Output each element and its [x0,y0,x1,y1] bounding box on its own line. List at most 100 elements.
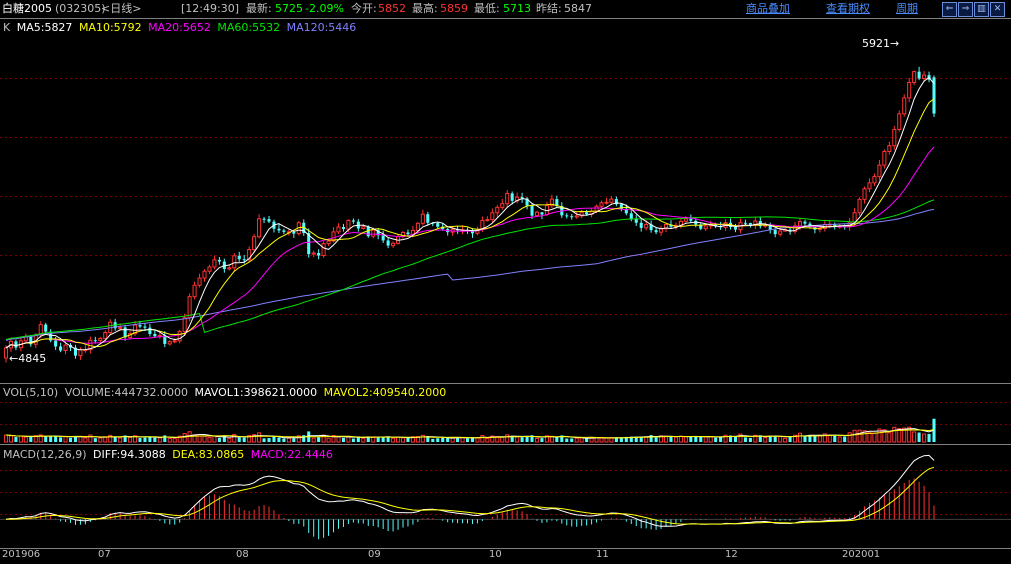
volume-bar [292,438,296,442]
candle-body [485,219,490,222]
volume-bar [29,436,33,442]
volume-bar [827,434,832,443]
volume-bar [694,436,698,442]
candle-body [317,252,321,256]
candle-body [867,182,872,190]
candle-body [207,266,212,272]
volume-bar [703,436,708,443]
volume-bar [8,435,14,443]
candle-body [917,71,921,79]
volume-bar [18,435,23,443]
candle-body [227,267,232,270]
candle-body [217,259,221,262]
candle-body [689,218,693,221]
volume-bar [778,435,783,443]
x-label-202001: 202001 [842,549,881,560]
x-label-11: 11 [596,549,609,560]
volume-bar [446,437,450,442]
candle-body [639,222,643,228]
candle-body [326,240,331,245]
volume-bar [927,433,931,442]
candle-body [172,340,177,343]
volume-bar [485,438,490,443]
volume-bar [272,436,276,442]
volume-bar [669,436,673,442]
candle-body [14,341,18,348]
candle-body [346,219,351,230]
candle-body [500,203,505,208]
volume-bar [153,437,157,442]
volume-bar [465,438,470,442]
candle-body [153,333,157,337]
candle-body [530,205,534,216]
volume-bar [748,437,752,442]
volume-bar [570,438,574,442]
volume-bar [14,436,18,442]
candle-body [59,346,63,351]
candle-body [540,212,544,215]
candle-body [143,326,147,328]
candle-body [292,231,296,234]
volume-bar [400,437,406,443]
candle-body [415,222,420,231]
volume-bar [733,436,738,442]
volume-bar [917,432,921,442]
candle-body [420,213,425,224]
volume-bar [217,437,221,442]
candle-body [654,230,658,233]
candle-body [237,255,241,260]
candle-body [197,277,202,286]
volume-bar [93,438,97,442]
volume-bar [803,436,807,442]
volume-bar [317,437,321,442]
ma60-line [5,199,935,340]
x-label-12: 12 [725,549,738,560]
volume-bar [406,438,410,442]
x-label-07: 07 [98,549,111,560]
candle-body [803,221,807,224]
kline-chart[interactable] [0,0,1011,564]
candle-body [148,327,152,334]
candle-body [63,344,68,351]
candle-body [892,129,897,147]
candle-body [361,226,366,229]
volume-bar [237,437,241,442]
volume-bar [336,436,341,443]
volume-bar [282,438,286,442]
candle-body [202,270,207,279]
candle-body [922,74,927,79]
volume-bar [138,437,142,442]
candle-body [436,223,440,227]
candle-body [574,215,579,218]
candle-body [862,188,867,200]
volume-bar [163,435,167,442]
candle-body [912,71,917,83]
candle-body [410,229,415,235]
candle-body [426,214,430,223]
candle-body [585,212,589,215]
candle-body [877,164,882,178]
candle-body [495,206,500,214]
candle-body [54,340,58,347]
candle-body [182,317,187,332]
candle-body [212,259,217,268]
volume-bar [167,437,172,443]
candle-body [778,230,783,235]
candle-body [341,227,345,230]
volume-bar [143,437,147,442]
candle-body [872,176,877,184]
candle-body [897,113,902,131]
volume-bar [54,436,58,442]
volume-bar [98,437,103,443]
volume-bar [480,435,485,443]
candle-body [703,225,708,230]
dea-line [5,466,935,525]
candle-body [118,326,123,329]
candle-body [78,349,83,357]
volume-bar [286,437,291,443]
candle-body [192,284,197,298]
volume-bar [743,437,747,442]
volume-bar [833,435,837,442]
candle-body [371,229,376,237]
volume-bar [619,437,623,442]
